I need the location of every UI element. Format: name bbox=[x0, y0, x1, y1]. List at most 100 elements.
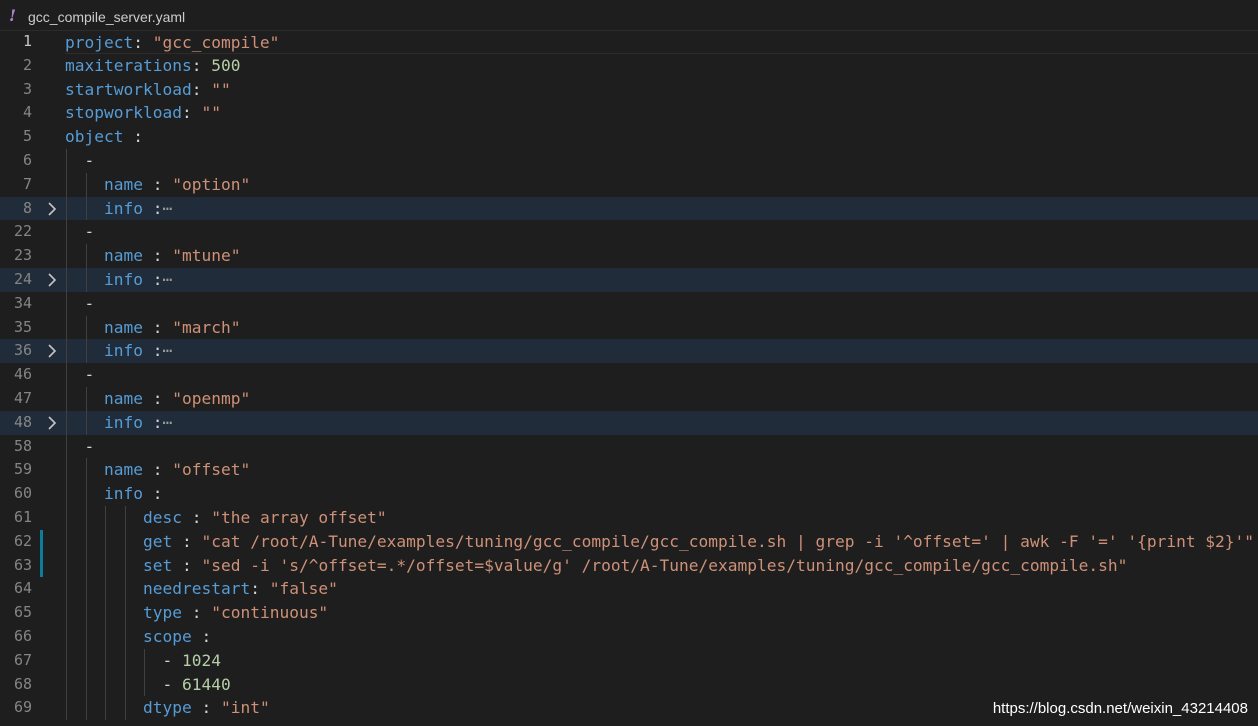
indent-guide bbox=[66, 672, 67, 697]
code-line[interactable]: 59 name : "offset" bbox=[0, 458, 1258, 483]
indent-guide bbox=[66, 363, 67, 387]
yaml-number: 500 bbox=[211, 55, 241, 75]
code-area[interactable]: info :⋯ bbox=[65, 267, 1258, 292]
code-area[interactable]: type : "continuous" bbox=[65, 601, 1258, 625]
yaml-punctuation: : bbox=[181, 603, 212, 623]
code-area[interactable]: desc : "the array offset" bbox=[65, 505, 1258, 530]
code-line[interactable]: 67 - 1024 bbox=[0, 648, 1258, 673]
code-line[interactable]: 58 - bbox=[0, 434, 1258, 459]
code-line[interactable]: 8 info :⋯ bbox=[0, 196, 1258, 221]
code-area[interactable]: stopworkload: "" bbox=[65, 101, 1258, 125]
folded-ellipsis[interactable]: ⋯ bbox=[162, 341, 172, 360]
code-line[interactable]: 1 project: "gcc_compile" bbox=[0, 30, 1258, 54]
code-line[interactable]: 64 needrestart: "false" bbox=[0, 577, 1258, 602]
code-area[interactable]: object : bbox=[65, 125, 1258, 149]
code-area[interactable]: get : "cat /root/A-Tune/examples/tuning/… bbox=[65, 529, 1258, 554]
code-line[interactable]: 3 startworkload: "" bbox=[0, 78, 1258, 102]
indent-guide bbox=[66, 624, 67, 649]
indent-guide bbox=[66, 410, 67, 435]
code-area[interactable]: - bbox=[65, 363, 1258, 387]
indent-guide bbox=[105, 553, 106, 578]
code-area[interactable]: - 61440 bbox=[65, 672, 1258, 697]
code-area[interactable]: name : "openmp" bbox=[65, 386, 1258, 411]
code-text: name : "option" bbox=[104, 173, 250, 197]
indent-guide bbox=[124, 553, 126, 578]
code-area[interactable]: - bbox=[65, 148, 1258, 173]
code-line[interactable]: 7 name : "option" bbox=[0, 172, 1258, 197]
line-number: 47 bbox=[13, 388, 32, 407]
chevron-right-icon[interactable] bbox=[44, 200, 60, 218]
code-line[interactable]: 68 - 61440 bbox=[0, 672, 1258, 697]
code-area[interactable]: name : "option" bbox=[65, 172, 1258, 197]
line-number: 35 bbox=[13, 317, 32, 336]
yaml-punctuation: - bbox=[162, 650, 182, 670]
yaml-punctuation: - bbox=[84, 365, 95, 385]
code-area[interactable]: scope : bbox=[65, 624, 1258, 649]
line-number: 59 bbox=[13, 460, 32, 479]
yaml-punctuation: : bbox=[181, 507, 212, 527]
code-line[interactable]: 2 maxiterations: 500 bbox=[0, 54, 1258, 78]
code-area[interactable]: - bbox=[65, 434, 1258, 459]
yaml-key: needrestart bbox=[143, 579, 251, 599]
tab-title[interactable]: gcc_compile_server.yaml bbox=[28, 9, 185, 25]
code-line[interactable]: 61 desc : "the array offset" bbox=[0, 505, 1258, 530]
code-line[interactable]: 4 stopworkload: "" bbox=[0, 101, 1258, 125]
code-line[interactable]: 47 name : "openmp" bbox=[0, 386, 1258, 411]
code-line[interactable]: 65 type : "continuous" bbox=[0, 601, 1258, 625]
code-area[interactable]: name : "mtune" bbox=[65, 244, 1258, 268]
code-area[interactable]: set : "sed -i 's/^offset=.*/offset=$valu… bbox=[65, 553, 1258, 578]
code-line[interactable]: 35 name : "march" bbox=[0, 315, 1258, 340]
code-line[interactable]: 66 scope : bbox=[0, 624, 1258, 649]
code-line[interactable]: 34 - bbox=[0, 291, 1258, 316]
code-area[interactable]: - 1024 bbox=[65, 648, 1258, 673]
indent-guide bbox=[85, 553, 87, 578]
code-line[interactable]: 48 info :⋯ bbox=[0, 410, 1258, 435]
code-area[interactable]: maxiterations: 500 bbox=[65, 54, 1258, 78]
folded-ellipsis[interactable]: ⋯ bbox=[162, 413, 172, 432]
code-area[interactable]: info :⋯ bbox=[65, 410, 1258, 435]
code-area[interactable]: - bbox=[65, 220, 1258, 245]
code-area[interactable]: info :⋯ bbox=[65, 196, 1258, 221]
code-area[interactable]: needrestart: "false" bbox=[65, 577, 1258, 602]
indent-guide bbox=[105, 624, 106, 649]
code-area[interactable]: startworkload: "" bbox=[65, 78, 1258, 102]
yaml-string: "gcc_compile" bbox=[152, 33, 280, 52]
code-area[interactable]: info :⋯ bbox=[65, 339, 1258, 364]
indent-guide bbox=[85, 601, 87, 625]
folded-ellipsis[interactable]: ⋯ bbox=[162, 270, 172, 289]
code-area[interactable]: name : "march" bbox=[65, 315, 1258, 340]
code-text: name : "offset" bbox=[104, 458, 250, 482]
yaml-string: "option" bbox=[172, 174, 251, 194]
code-area[interactable]: project: "gcc_compile" bbox=[65, 30, 1258, 54]
indent-guide bbox=[105, 696, 106, 721]
line-number: 67 bbox=[13, 650, 32, 669]
code-area[interactable]: - bbox=[65, 291, 1258, 316]
code-line[interactable]: 36 info :⋯ bbox=[0, 339, 1258, 364]
code-line[interactable]: 5 object : bbox=[0, 125, 1258, 149]
code-line[interactable]: 23 name : "mtune" bbox=[0, 244, 1258, 268]
code-line[interactable]: 46 - bbox=[0, 363, 1258, 387]
folded-ellipsis[interactable]: ⋯ bbox=[162, 199, 172, 218]
code-line[interactable]: 60 info : bbox=[0, 482, 1258, 506]
line-number: 7 bbox=[22, 174, 32, 193]
code-text: name : "march" bbox=[104, 316, 240, 340]
code-line[interactable]: 6- bbox=[0, 148, 1258, 173]
yaml-string: "continuous" bbox=[211, 603, 329, 623]
chevron-right-icon[interactable] bbox=[44, 342, 60, 360]
code-line[interactable]: 22 - bbox=[0, 220, 1258, 245]
indent-guide bbox=[124, 601, 126, 625]
code-line[interactable]: 24 info :⋯ bbox=[0, 267, 1258, 292]
code-lines[interactable]: 1 project: "gcc_compile" 2 maxiterations: 5… bbox=[0, 30, 1258, 721]
chevron-right-icon[interactable] bbox=[44, 271, 60, 289]
code-line[interactable]: 62 get : "cat /root/A-Tune/examples/tunin… bbox=[0, 529, 1258, 554]
yaml-key: name bbox=[104, 460, 143, 480]
editor-tab[interactable]: ! gcc_compile_server.yaml bbox=[0, 0, 1258, 31]
line-number: 48 bbox=[13, 412, 32, 431]
code-area[interactable]: name : "offset" bbox=[65, 458, 1258, 483]
yaml-string: "offset" bbox=[172, 460, 251, 480]
line-number: 65 bbox=[13, 603, 32, 622]
chevron-right-icon[interactable] bbox=[44, 414, 60, 432]
code-line[interactable]: 63 set : "sed -i 's/^offset=.*/offset=$va… bbox=[0, 553, 1258, 578]
code-area[interactable]: info : bbox=[65, 482, 1258, 506]
yaml-key: name bbox=[104, 317, 143, 337]
